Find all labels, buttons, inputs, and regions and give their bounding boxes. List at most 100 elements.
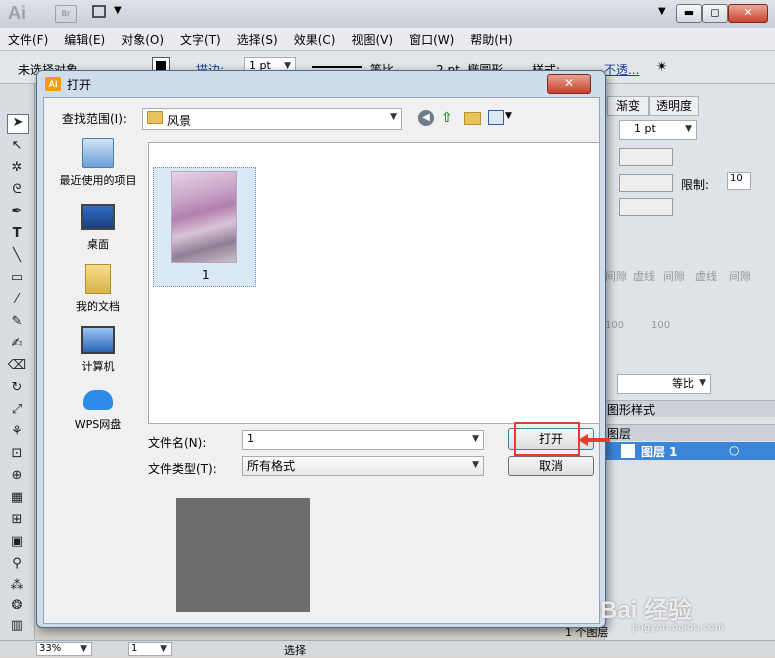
minimize-button[interactable]: ▬ [676, 4, 702, 23]
file-thumbnail [171, 171, 237, 263]
menu-type[interactable]: 文字(T) [172, 28, 229, 50]
maximize-button[interactable]: ◻ [702, 4, 728, 23]
annotation-arrow-head [578, 434, 588, 446]
lasso-tool-icon[interactable]: ᘓ [7, 182, 27, 200]
place-label-desktop: 桌面 [87, 238, 109, 251]
zoom-select[interactable]: 33% ▼ [36, 642, 92, 656]
dialog-close-button[interactable]: ✕ [547, 74, 591, 94]
panel-tab-gradient[interactable]: 渐变 [607, 96, 649, 116]
perspective-grid-tool-icon[interactable]: ▦ [7, 490, 27, 508]
filetype-label: 文件类型(T): [148, 462, 217, 476]
filetype-value: 所有格式 [247, 459, 296, 473]
menu-window[interactable]: 窗口(W) [401, 28, 462, 50]
direct-selection-tool-icon[interactable]: ↖ [7, 138, 27, 156]
eyedropper-tool-icon[interactable]: ⚲ [7, 556, 27, 574]
filetype-select[interactable]: 所有格式 ▼ [242, 456, 484, 476]
rectangle-tool-icon[interactable]: ▭ [7, 270, 27, 288]
gradient-tool-icon[interactable]: ▣ [7, 534, 27, 552]
look-in-select[interactable]: 风景 ▼ [142, 108, 402, 130]
free-transform-tool-icon[interactable]: ⊡ [7, 446, 27, 464]
place-recent-items[interactable]: 最近使用的项目 [50, 138, 146, 188]
place-computer[interactable]: 计算机 [50, 326, 146, 374]
limit-input[interactable]: 10 [727, 172, 751, 190]
align-stroke-buttons[interactable] [619, 198, 673, 216]
blend-tool-icon[interactable]: ⁂ [7, 578, 27, 596]
rotate-tool-icon[interactable]: ↻ [7, 380, 27, 398]
open-button-highlight [514, 422, 580, 456]
dash-label-3: 间隙 [663, 270, 685, 283]
menu-effect[interactable]: 效果(C) [286, 28, 344, 50]
cap-buttons[interactable] [619, 148, 673, 166]
dialog-title-bar: Ai 打开 ✕ [37, 71, 605, 97]
folder-icon [147, 111, 163, 124]
menu-edit[interactable]: 编辑(E) [56, 28, 113, 50]
tools-panel: ➤ ↖ ✲ ᘓ ✒ T ╲ ▭ ⁄ ✎ ✍ ⌫ ↻ ⤢ ⚘ ⊡ ⊕ ▦ ⊞ ▣ … [0, 84, 35, 640]
pen-tool-icon[interactable]: ✒ [7, 204, 27, 222]
cancel-button[interactable]: 取消 [508, 456, 594, 476]
recent-items-icon [82, 138, 114, 168]
file-item[interactable]: 1 [153, 167, 256, 287]
eraser-tool-icon[interactable]: ⌫ [7, 358, 27, 376]
warp-tool-icon[interactable]: ⚘ [7, 424, 27, 442]
column-graph-tool-icon[interactable]: ▥ [7, 618, 27, 636]
filename-value: 1 [247, 432, 254, 445]
computer-icon [81, 326, 115, 354]
watermark-text: Bai 经验 [600, 597, 693, 624]
up-folder-icon[interactable]: ⇧ [441, 110, 457, 126]
open-dialog: Ai 打开 ✕ 查找范围(I): 风景 ▼ ◀ ⇧ ▼ 最近使用的项目 桌面 我… [36, 70, 606, 628]
desktop-icon [81, 204, 115, 230]
layer-target-icon[interactable]: ○ [729, 443, 739, 457]
menu-file[interactable]: 文件(F) [0, 28, 56, 50]
file-item-name: 1 [202, 268, 210, 282]
close-window-button[interactable]: ✕ [728, 4, 768, 23]
menu-bar: 文件(F) 编辑(E) 对象(O) 文字(T) 选择(S) 效果(C) 视图(V… [0, 28, 775, 51]
opacity-label[interactable]: 不透... [604, 61, 639, 78]
place-desktop[interactable]: 桌面 [50, 204, 146, 252]
file-list-area[interactable]: 1 [148, 142, 600, 424]
scale-percent-a: 100 [605, 320, 625, 331]
workspace-chevron-icon[interactable]: ▼ [658, 6, 666, 17]
new-folder-icon[interactable] [464, 112, 481, 125]
dialog-title: 打开 [67, 78, 92, 92]
type-tool-icon[interactable]: T [7, 226, 27, 244]
pencil-tool-icon[interactable]: ✎ [7, 314, 27, 332]
mesh-tool-icon[interactable]: ⊞ [7, 512, 27, 530]
selection-tool-icon[interactable]: ➤ [7, 114, 29, 134]
profile-select[interactable]: 等比 ▼ [617, 374, 711, 394]
view-menu-chevron-icon[interactable]: ▼ [505, 111, 512, 121]
symbol-sprayer-tool-icon[interactable]: ❂ [7, 598, 27, 616]
arrange-documents-icon[interactable] [92, 5, 106, 18]
menu-view[interactable]: 视图(V) [343, 28, 401, 50]
right-panels: 渐变 透明度 1 pt ▼ 限制: 10 间隙 虚线 间隙 虚线 间隙 100 1… [565, 84, 775, 640]
chevron-down-icon[interactable]: ▼ [114, 5, 122, 16]
graphic-styles-panel-header[interactable]: 图形样式 [605, 400, 775, 417]
line-tool-icon[interactable]: ╲ [7, 248, 27, 266]
artboard-select[interactable]: 1 ▼ [128, 642, 172, 656]
look-in-label: 查找范围(I): [62, 112, 127, 126]
status-bar: 33% ▼ 1 ▼ 选择 [0, 640, 775, 657]
layers-panel-header[interactable]: 图层 [605, 424, 775, 441]
menu-select[interactable]: 选择(S) [229, 28, 286, 50]
blob-brush-tool-icon[interactable]: ✍ [7, 336, 27, 354]
illustrator-app-icon: Ai [45, 77, 61, 91]
panel-tab-transparency[interactable]: 透明度 [649, 96, 699, 116]
back-icon[interactable]: ◀ [418, 110, 434, 126]
view-menu-icon[interactable] [488, 110, 504, 125]
documents-folder-icon [85, 264, 111, 294]
recolor-wand-icon[interactable]: ✴ [656, 59, 668, 75]
shape-builder-tool-icon[interactable]: ⊕ [7, 468, 27, 486]
corner-buttons[interactable] [619, 174, 673, 192]
layer-name: 图层 1 [641, 445, 678, 459]
paintbrush-tool-icon[interactable]: ⁄ [7, 292, 27, 310]
filename-input[interactable]: 1 ▼ [242, 430, 484, 450]
scale-tool-icon[interactable]: ⤢ [7, 402, 27, 420]
place-documents[interactable]: 我的文档 [50, 264, 146, 314]
menu-help[interactable]: 帮助(H) [462, 28, 520, 50]
bridge-button[interactable]: Br [55, 5, 77, 23]
place-wps-cloud[interactable]: WPS网盘 [50, 390, 146, 432]
magic-wand-tool-icon[interactable]: ✲ [7, 160, 27, 178]
stroke-weight-panel-select[interactable]: 1 pt ▼ [619, 120, 697, 140]
filename-chevron-icon[interactable]: ▼ [472, 434, 479, 444]
menu-object[interactable]: 对象(O) [113, 28, 172, 50]
layer-row[interactable]: 图层 1 ○ [605, 442, 775, 460]
